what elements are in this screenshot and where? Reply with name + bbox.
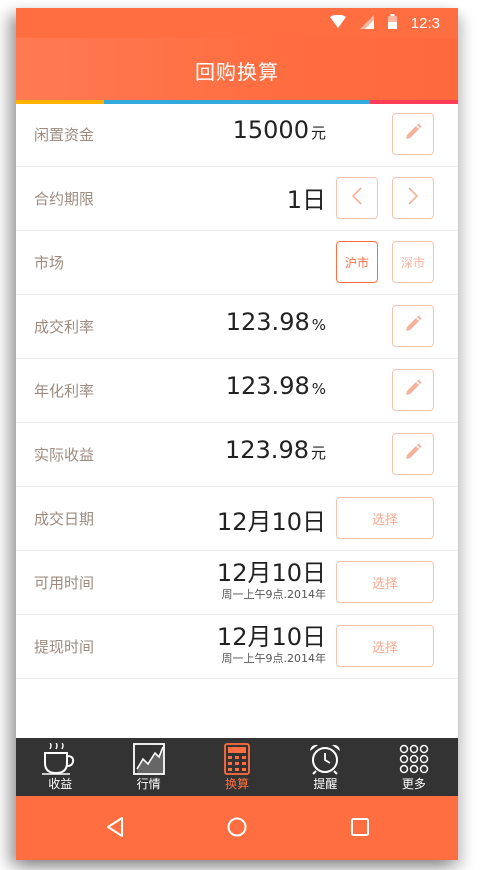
recents-icon[interactable] (349, 816, 371, 842)
row-label: 市场 (34, 254, 65, 272)
select-available-time-button[interactable]: 选择 (336, 561, 434, 603)
battery-icon (387, 14, 397, 33)
nav-item-more[interactable]: 更多 (370, 738, 458, 796)
row-deal-rate: 成交利率 123.98% (16, 296, 458, 359)
row-actual-income: 实际收益 123.98 元 (16, 424, 458, 487)
row-label: 成交日期 (34, 510, 95, 528)
pencil-icon (404, 443, 422, 465)
row-label: 成交利率 (34, 318, 95, 336)
cup-icon (42, 742, 78, 779)
row-term: 合约期限 1日 (16, 168, 458, 231)
status-bar: 12:3 (16, 8, 458, 38)
select-deal-date-button[interactable]: 选择 (336, 497, 434, 539)
edit-button[interactable] (392, 305, 434, 347)
signal-icon (359, 14, 374, 33)
prev-term-button[interactable] (336, 177, 378, 219)
pencil-icon (404, 123, 422, 145)
row-label: 合约期限 (34, 190, 95, 208)
deal-rate-value: 123.98% (225, 308, 326, 336)
date-main: 12月10日 (216, 623, 326, 651)
calculator-icon (224, 743, 250, 779)
nav-item-income[interactable]: 收益 (16, 738, 104, 796)
phone-screen: 12:3 回购换算 闲置资金 15000 元 合约期限 1日 市场 沪市 深市 … (16, 8, 458, 860)
chevron-right-icon (407, 187, 419, 209)
alarm-clock-icon (308, 743, 342, 779)
app-bar: 回购换算 (16, 38, 458, 100)
grid-dots-icon (399, 743, 429, 779)
row-label: 实际收益 (34, 446, 95, 464)
wifi-icon (329, 14, 346, 33)
row-label: 闲置资金 (34, 126, 95, 144)
market-shenzhen-button[interactable]: 深市 (392, 241, 434, 283)
nav-item-reminder[interactable]: 提醒 (281, 738, 369, 796)
row-available-time: 可用时间 12月10日 周一上午9点.2014年 选择 (16, 552, 458, 615)
page-title: 回购换算 (195, 60, 279, 84)
row-annual-rate: 年化利率 123.98% (16, 360, 458, 423)
edit-button[interactable] (392, 433, 434, 475)
actual-income-value: 123.98 元 (225, 436, 326, 464)
row-idle-funds: 闲置资金 15000 元 (16, 104, 458, 167)
edit-button[interactable] (392, 113, 434, 155)
row-deal-date: 成交日期 12月10日 选择 (16, 488, 458, 551)
home-icon[interactable] (226, 816, 248, 842)
chart-icon (132, 743, 165, 779)
annual-rate-value: 123.98% (225, 372, 326, 400)
date-sub: 周一上午9点.2014年 (221, 652, 327, 665)
nav-label: 提醒 (313, 777, 338, 791)
edit-button[interactable] (392, 369, 434, 411)
system-nav-bar (16, 796, 458, 860)
form-list: 闲置资金 15000 元 合约期限 1日 市场 沪市 深市 成交利率 123.9… (16, 104, 458, 738)
pencil-icon (404, 315, 422, 337)
market-shanghai-button[interactable]: 沪市 (336, 241, 378, 283)
chevron-left-icon (351, 187, 363, 209)
deal-date-value: 12月10日 (216, 508, 326, 536)
nav-label: 更多 (401, 777, 426, 791)
date-main: 12月10日 (216, 559, 326, 587)
status-time: 12:3 (410, 15, 440, 32)
nav-item-market[interactable]: 行情 (104, 738, 192, 796)
idle-funds-value: 15000 元 (232, 116, 326, 144)
term-value: 1日 (286, 186, 326, 214)
row-label: 提现时间 (34, 638, 95, 656)
row-market: 市场 沪市 深市 (16, 232, 458, 295)
row-label: 年化利率 (34, 382, 95, 400)
back-icon[interactable] (104, 816, 126, 842)
row-withdraw-time: 提现时间 12月10日 周一上午9点.2014年 选择 (16, 616, 458, 679)
nav-label: 换算 (225, 777, 250, 791)
row-label: 可用时间 (34, 574, 95, 592)
bottom-nav: 收益 行情 换算 提醒 更多 (16, 738, 458, 796)
nav-label: 收益 (48, 777, 73, 791)
nav-item-convert[interactable]: 换算 (193, 738, 281, 796)
next-term-button[interactable] (392, 177, 434, 219)
select-withdraw-time-button[interactable]: 选择 (336, 625, 434, 667)
withdraw-time-value: 12月10日 周一上午9点.2014年 (217, 622, 326, 666)
nav-label: 行情 (136, 777, 161, 791)
date-sub: 周一上午9点.2014年 (221, 588, 327, 601)
available-time-value: 12月10日 周一上午9点.2014年 (217, 558, 326, 602)
pencil-icon (404, 379, 422, 401)
